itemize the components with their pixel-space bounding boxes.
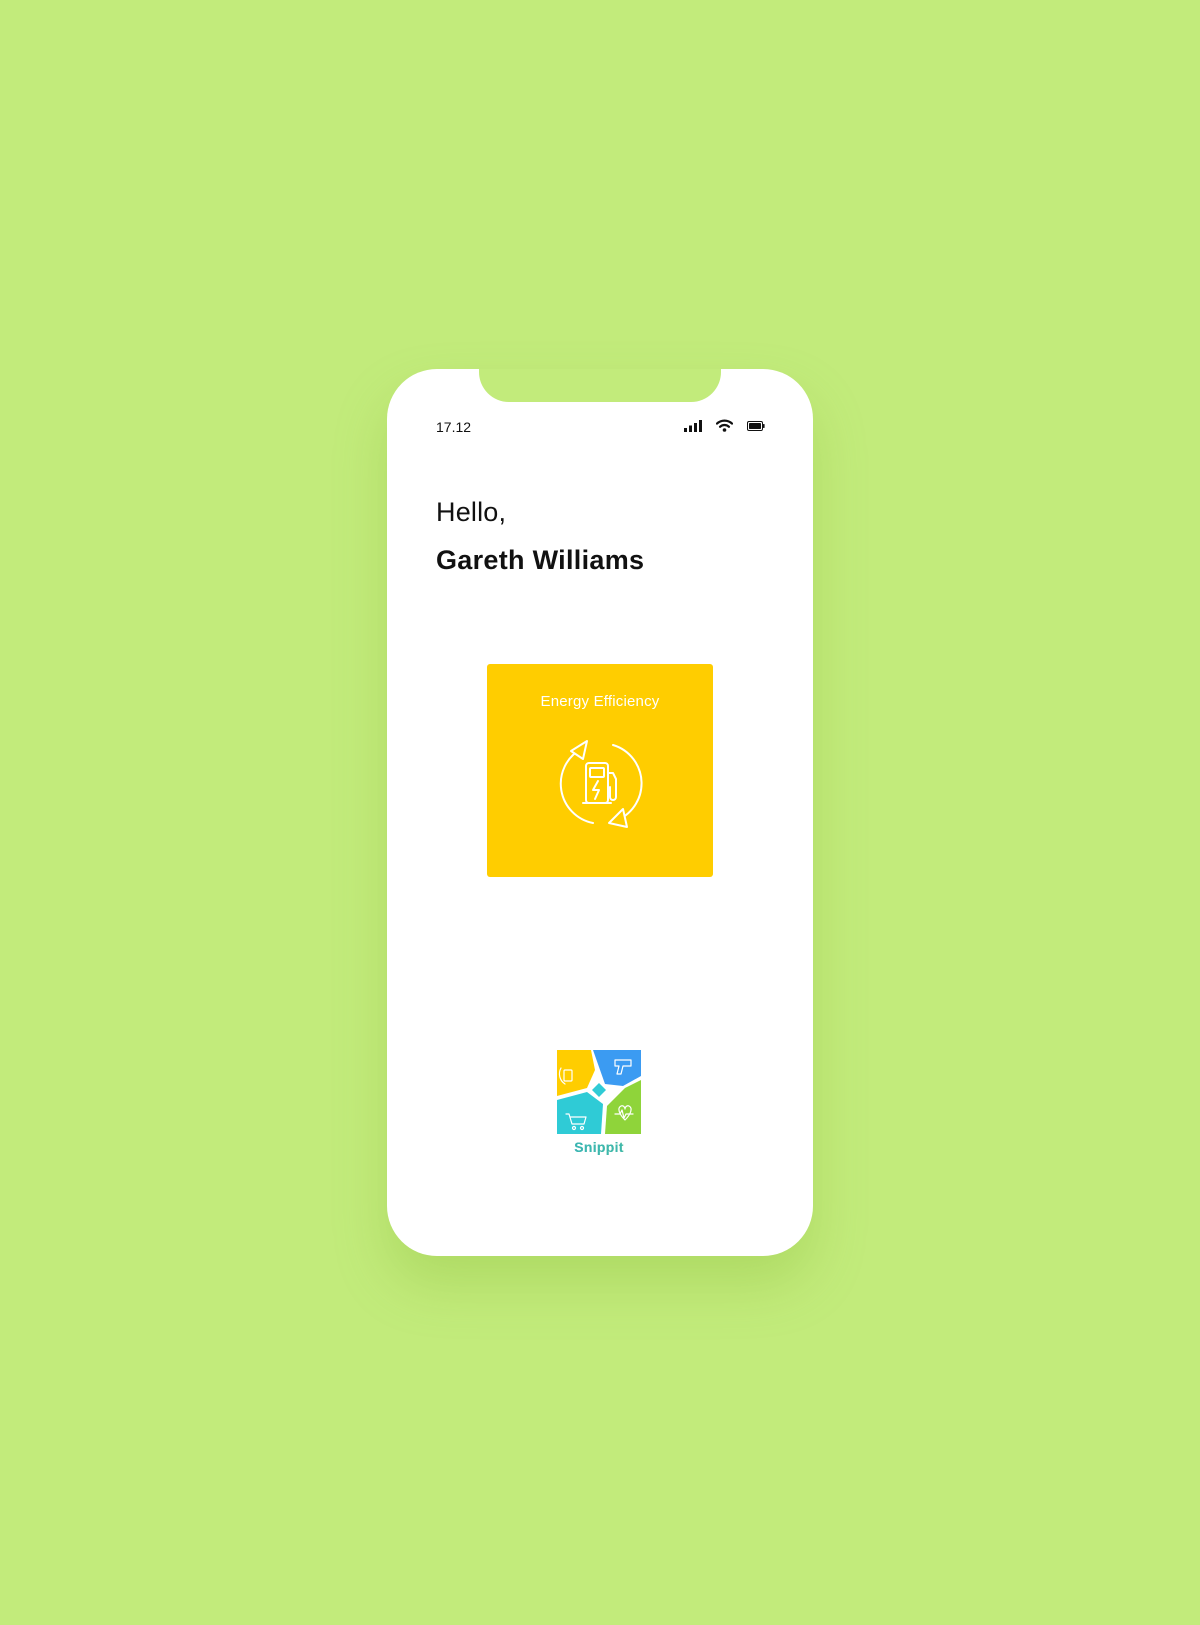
logo-name-text: Snippit <box>574 1139 624 1155</box>
phone-notch <box>479 369 721 402</box>
status-icons <box>684 419 765 432</box>
snippit-logo-mark <box>557 1050 641 1134</box>
signal-icon <box>684 419 702 432</box>
ev-charging-cycle-icon <box>553 737 647 836</box>
status-time: 17.12 <box>436 419 472 435</box>
logo-name: Snippit <box>557 1139 641 1155</box>
energy-efficiency-card[interactable]: Energy Efficiency <box>487 664 713 877</box>
user-name: Gareth Williams <box>436 545 645 575</box>
greeting-text: Hello, <box>436 497 507 527</box>
phone-screen: 17.12 Hello, Gareth Williams Energy Effi… <box>387 369 813 1256</box>
snippit-logo: Snippit <box>557 1050 641 1155</box>
battery-icon <box>747 420 765 431</box>
wifi-icon <box>716 419 733 432</box>
card-title: Energy Efficiency <box>540 693 660 710</box>
